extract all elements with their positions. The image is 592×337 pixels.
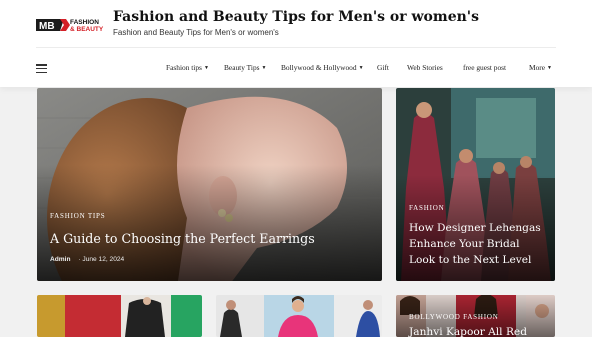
nav-item-more[interactable]: More ▼	[529, 63, 552, 75]
featured-post-card[interactable]: FASHION TIPS A Guide to Choosing the Per…	[37, 88, 382, 281]
featured-post-meta: Admin · June 12, 2024	[50, 256, 125, 263]
logo-text-top: FASHION	[70, 19, 99, 26]
nav-item-bollywood-hollywood[interactable]: Bollywood & Hollywood ▼	[281, 63, 364, 75]
site-tagline: Fashion and Beauty Tips for Men's or wom…	[113, 28, 279, 37]
site-header: MB FASHION & BEAUTY Fashion and Beauty T…	[0, 0, 592, 87]
chevron-down-icon: ▼	[547, 66, 552, 71]
site-logo[interactable]: MB FASHION & BEAUTY	[36, 16, 106, 34]
bottom-post-title[interactable]: Janhvi Kapoor All Red	[409, 325, 549, 337]
nav-item-beauty-tips[interactable]: Beauty Tips ▼	[224, 63, 266, 75]
post-author[interactable]: Admin	[50, 256, 71, 263]
header-divider	[36, 47, 556, 48]
chevron-down-icon: ▼	[203, 66, 209, 71]
logo-letters: MB	[39, 21, 55, 32]
nav-item-gift[interactable]: Gift	[377, 63, 389, 75]
hamburger-menu-icon[interactable]	[36, 64, 47, 74]
post-image-celebrities	[216, 295, 382, 337]
featured-post-category[interactable]: FASHION TIPS	[50, 212, 105, 220]
nav-item-free-guest-post[interactable]: free guest post	[463, 63, 506, 75]
chevron-down-icon: ▼	[358, 66, 364, 71]
side-post-category[interactable]: FASHION	[409, 204, 444, 212]
post-date: June 12, 2024	[82, 256, 125, 263]
logo-text-bottom: & BEAUTY	[70, 26, 104, 33]
post-card-celebrities[interactable]	[216, 295, 382, 337]
post-image-dresses	[37, 295, 202, 337]
side-post-title[interactable]: How Designer Lehengas Enhance Your Brida…	[409, 220, 549, 268]
site-title[interactable]: Fashion and Beauty Tips for Men's or wom…	[113, 9, 479, 25]
nav-item-web-stories[interactable]: Web Stories	[407, 63, 443, 75]
nav-item-fashion-tips[interactable]: Fashion tips ▼	[166, 63, 209, 75]
side-post-card[interactable]: FASHION How Designer Lehengas Enhance Yo…	[396, 88, 555, 281]
chevron-down-icon: ▼	[261, 66, 267, 71]
bottom-post-card[interactable]: BOLLYWOOD FASHION Janhvi Kapoor All Red	[396, 295, 555, 337]
post-card-dresses[interactable]	[37, 295, 202, 337]
featured-post-title[interactable]: A Guide to Choosing the Perfect Earrings	[50, 231, 370, 247]
bottom-post-category[interactable]: BOLLYWOOD FASHION	[409, 313, 499, 321]
